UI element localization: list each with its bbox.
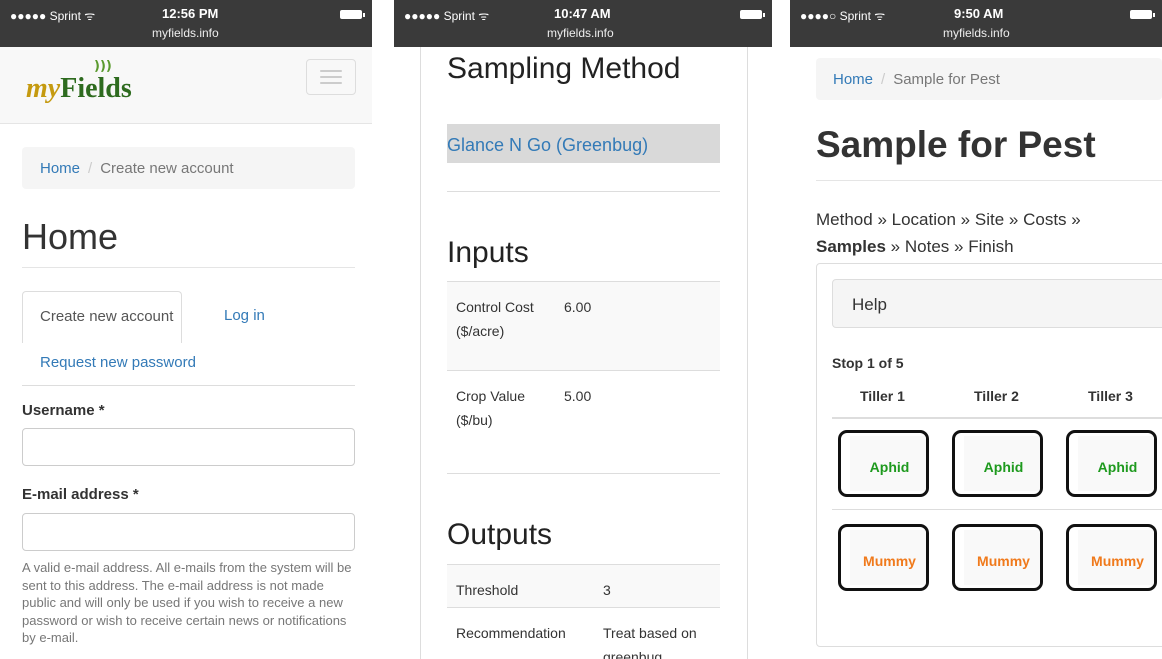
breadcrumb-current: Sample for Pest [893, 71, 1000, 88]
carrier-signal: ●●●●○ Sprint ᯤ [800, 9, 886, 23]
divider [816, 180, 1162, 181]
hamburger-icon [320, 70, 342, 72]
email-label: E-mail address * [22, 486, 139, 503]
battery-icon [340, 10, 365, 19]
carrier-signal: ●●●●● Sprint ᯤ [10, 9, 96, 23]
input-value: 6.00 [564, 299, 592, 315]
screen-sample-for-pest: ●●●●○ Sprint ᯤ 9:50 AM myfields.info Hom… [790, 0, 1162, 659]
method-link[interactable]: Glance N Go (Greenbug) [447, 124, 720, 163]
page-title: Home [22, 216, 119, 257]
email-input[interactable] [22, 513, 355, 551]
navbar: myFields ))) [0, 47, 372, 124]
step-location: Location [891, 210, 956, 229]
step-notes: Notes [904, 237, 950, 256]
email-help-text: A valid e-mail address. All e-mails from… [22, 560, 352, 645]
step-site: Site [974, 210, 1005, 229]
breadcrumb: Home / Create new account [22, 147, 355, 189]
content-border-left [420, 47, 421, 659]
input-key: Crop Value ($/bu) [456, 388, 526, 428]
status-time: 10:47 AM [554, 6, 611, 21]
status-time: 12:56 PM [162, 6, 219, 21]
outputs-table: Threshold 3 Recommendation Treat based o… [447, 564, 720, 659]
screen-sampling-method: ●●●●● Sprint ᯤ 10:47 AM myfields.info Sa… [394, 0, 772, 659]
table-row: Crop Value ($/bu) 5.00 [447, 370, 720, 472]
table-header-divider [832, 417, 1162, 419]
signal-icon: ))) [94, 59, 112, 74]
status-bar: ●●●●○ Sprint ᯤ 9:50 AM myfields.info [790, 0, 1162, 47]
sampling-method-heading: Sampling Method [447, 52, 681, 85]
help-toggle[interactable]: Help [832, 279, 1162, 328]
aphid-count-button[interactable]: Aphid [838, 430, 929, 497]
aphid-count-button[interactable]: Aphid [952, 430, 1043, 497]
stop-counter: Stop 1 of 5 [832, 355, 904, 371]
url-label[interactable]: myfields.info [547, 26, 614, 40]
wizard-steps: Method » Location » Site » Costs » Sampl… [816, 210, 1081, 256]
divider [447, 473, 720, 474]
table-row: Control Cost ($/acre) 6.00 [447, 281, 720, 371]
tab-request-password[interactable]: Request new password [40, 354, 196, 371]
step-costs: Costs [1023, 210, 1067, 229]
outputs-heading: Outputs [447, 518, 553, 551]
content-border-right [747, 47, 748, 659]
breadcrumb: Home / Sample for Pest [816, 58, 1162, 100]
table-row: Recommendation Treat based on greenbug [447, 607, 720, 659]
mummy-count-button[interactable]: Mummy [1066, 524, 1157, 591]
breadcrumb-home-link[interactable]: Home [833, 71, 873, 88]
status-bar: ●●●●● Sprint ᯤ 12:56 PM myfields.info [0, 0, 372, 47]
input-key: Control Cost ($/acre) [456, 299, 534, 339]
page-title: Sample for Pest [816, 124, 1096, 165]
row-divider [832, 509, 1162, 510]
input-value: 5.00 [564, 388, 592, 404]
url-label[interactable]: myfields.info [152, 26, 219, 40]
output-key: Recommendation [456, 625, 566, 641]
divider [447, 191, 720, 192]
status-time: 9:50 AM [954, 6, 1004, 21]
step-samples-current: Samples [816, 237, 886, 256]
mummy-count-button[interactable]: Mummy [952, 524, 1043, 591]
tabs-divider [22, 385, 355, 386]
inputs-table: Control Cost ($/acre) 6.00 Crop Value ($… [447, 281, 720, 471]
battery-icon [740, 10, 765, 19]
tab-create-account[interactable]: Create new account [22, 291, 182, 343]
breadcrumb-current: Create new account [100, 160, 234, 177]
table-row: Threshold 3 [447, 564, 720, 608]
output-value: Treat based on greenbug [603, 625, 697, 659]
output-value: 3 [603, 582, 611, 598]
step-method: Method [816, 210, 873, 229]
myfields-logo[interactable]: myFields ))) [26, 59, 132, 105]
menu-toggle-button[interactable] [306, 59, 356, 95]
step-finish: Finish [968, 237, 1014, 256]
screen-create-account: ●●●●● Sprint ᯤ 12:56 PM myfields.info my… [0, 0, 372, 659]
inputs-heading: Inputs [447, 236, 529, 269]
username-label: Username * [22, 402, 105, 419]
tiller-header: Tiller 1 [860, 388, 905, 404]
battery-icon [1130, 10, 1155, 19]
carrier-signal: ●●●●● Sprint ᯤ [404, 9, 490, 23]
divider [22, 267, 355, 268]
tiller-header: Tiller 2 [974, 388, 1019, 404]
mummy-count-button[interactable]: Mummy [838, 524, 929, 591]
output-key: Threshold [456, 582, 519, 598]
url-label[interactable]: myfields.info [943, 26, 1010, 40]
tab-log-in[interactable]: Log in [224, 307, 265, 324]
breadcrumb-home-link[interactable]: Home [40, 160, 80, 177]
username-input[interactable] [22, 428, 355, 466]
tiller-header: Tiller 3 [1088, 388, 1133, 404]
aphid-count-button[interactable]: Aphid [1066, 430, 1157, 497]
status-bar: ●●●●● Sprint ᯤ 10:47 AM myfields.info [394, 0, 772, 47]
